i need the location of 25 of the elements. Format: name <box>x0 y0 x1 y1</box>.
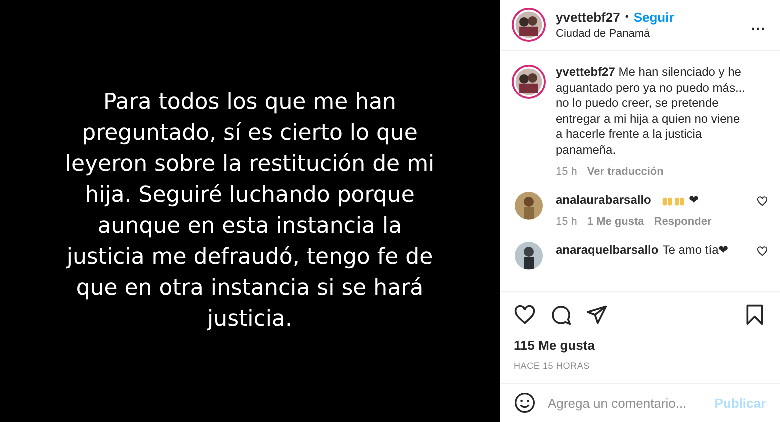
follow-link[interactable]: Seguir <box>634 10 674 26</box>
location-link[interactable]: Ciudad de Panamá <box>556 28 742 40</box>
comment-text: Te amo tía❤ <box>662 243 729 258</box>
translate-link[interactable]: Ver traducción <box>587 166 664 178</box>
comment-text: anaraquelbarsallo <box>556 243 659 258</box>
likes-count[interactable]: 115 Me gusta <box>500 330 780 353</box>
timestamp: 15 h <box>556 216 578 228</box>
comment-text: ❤ <box>689 193 700 208</box>
post-time: HACE 15 HORAS <box>500 353 780 384</box>
username[interactable]: yvettebf27 <box>556 10 620 26</box>
timestamp: 15 h <box>556 166 578 178</box>
caption-text: yvettebf27 Me han silenciado y he aguantado pero ya no puedo más... no lo puedo creer, se pretende entregar a mi hija a quien no viene a hacerle frente a la justicia panameña. <box>556 65 746 158</box>
separator-dot: • <box>625 12 629 24</box>
like-icon[interactable] <box>757 196 768 208</box>
bookmark-icon[interactable] <box>744 304 766 326</box>
comment-text: analaurabarsallo_ <box>556 193 658 208</box>
comment-icon[interactable] <box>550 304 572 326</box>
emoji-icon[interactable] <box>514 392 536 414</box>
likes-count[interactable]: 1 Me gusta <box>587 216 644 228</box>
like-icon[interactable] <box>757 246 768 258</box>
reply-link[interactable]: Responder <box>654 216 712 228</box>
more-options-icon[interactable]: ... <box>751 17 766 34</box>
share-icon[interactable] <box>586 304 608 326</box>
like-icon[interactable] <box>514 304 536 326</box>
story-text: Para todos los que me han preguntado, sí es cierto lo que leyeron sobre la restitución de mi hija. Seguiré luchando porque aunque en esta instancia la justicia me defraudó, tengo fe de que en otra instancia si se hará justicia. <box>64 89 436 334</box>
